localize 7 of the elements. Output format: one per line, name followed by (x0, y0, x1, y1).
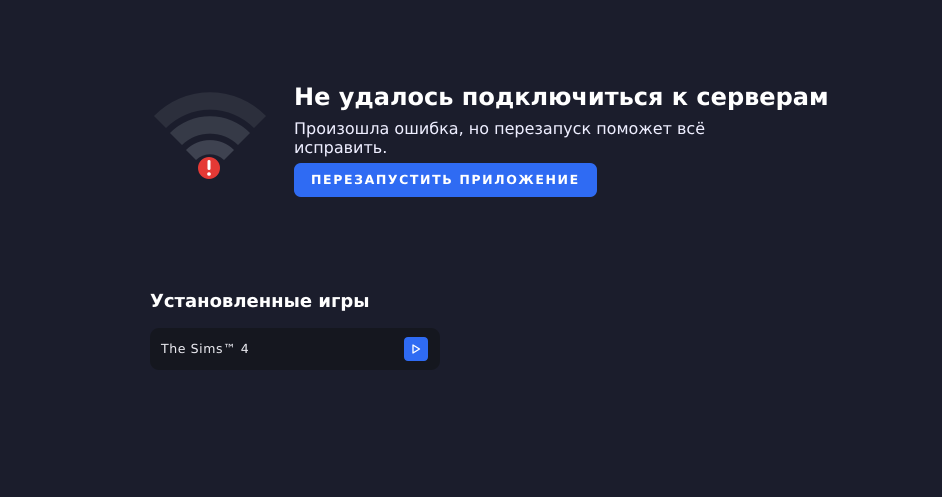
restart-button[interactable]: ПЕРЕЗАПУСТИТЬ ПРИЛОЖЕНИЕ (294, 162, 597, 198)
play-icon (411, 344, 421, 354)
game-title: The Sims™ 4 (161, 340, 250, 358)
error-title: Не удалось подключиться к серверам (294, 82, 829, 113)
section-heading: Установленные игры (150, 291, 371, 313)
play-button[interactable] (404, 336, 428, 361)
error-message: Произошла ошибка, но перезапуск поможет всё исправить. (294, 119, 706, 158)
